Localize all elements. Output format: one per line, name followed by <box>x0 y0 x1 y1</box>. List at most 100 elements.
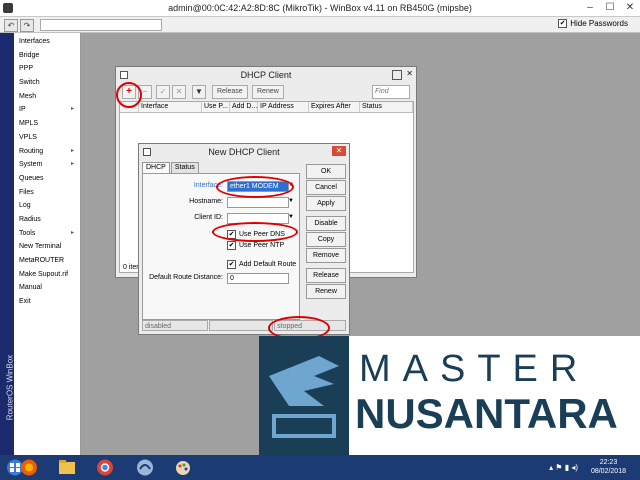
sidebar-item-tools[interactable]: Tools ▸ <box>16 227 78 241</box>
add-default-route-row[interactable]: ✔ Add Default Route <box>227 260 296 269</box>
sidebar-menu: Interfaces Bridge PPP Switch Mesh IP ▸ MP… <box>16 35 78 309</box>
sidebar-item-manual[interactable]: Manual <box>16 281 78 295</box>
chevron-down-icon[interactable]: ▼ <box>288 214 294 220</box>
sidebar-item-metarouter[interactable]: MetaROUTER <box>16 254 78 268</box>
disable-button[interactable]: Disable <box>306 216 346 231</box>
sidebar-item-make-supout[interactable]: Make Supout.rif <box>16 268 78 282</box>
interface-label: Interface: <box>193 182 223 189</box>
hide-passwords-toggle[interactable]: ✔ Hide Passwords <box>558 19 628 28</box>
sidebar-item-label: New Terminal <box>19 243 62 251</box>
submenu-arrow-icon: ▸ <box>70 147 74 154</box>
file-explorer-icon[interactable] <box>56 457 78 478</box>
sidebar-item-queues[interactable]: Queues <box>16 172 78 186</box>
column-header[interactable]: IP Address <box>258 102 309 112</box>
filter-button[interactable]: ▼ <box>192 85 206 99</box>
copy-button[interactable]: Copy <box>306 232 346 247</box>
hide-passwords-checkbox[interactable]: ✔ <box>558 19 568 28</box>
use-peer-ntp-label: Use Peer NTP <box>239 242 285 249</box>
renew-button[interactable]: Renew <box>306 284 346 299</box>
use-peer-ntp-checkbox[interactable]: ✔ <box>227 241 236 250</box>
maximize-button[interactable]: ☐ <box>600 0 620 16</box>
column-header[interactable]: Interface <box>139 102 202 112</box>
toolbar-field[interactable] <box>40 19 162 31</box>
firefox-icon[interactable] <box>18 457 40 478</box>
maximize-icon[interactable] <box>392 70 402 80</box>
chevron-down-icon[interactable]: ▼ <box>288 198 294 204</box>
new-dhcp-client-title: New DHCP Client <box>208 147 280 157</box>
sidebar-item-radius[interactable]: Radius <box>16 213 78 227</box>
close-button[interactable]: ✕ <box>620 0 640 16</box>
undo-button[interactable]: ↶ <box>4 19 18 32</box>
sidebar-item-label: Manual <box>19 284 42 292</box>
sidebar-brand-label: RouterOS WinBox <box>5 354 15 421</box>
clock-date: 08/02/2018 <box>590 468 626 475</box>
find-input[interactable]: Find <box>372 85 410 99</box>
cancel-button[interactable]: Cancel <box>306 180 346 195</box>
tab-dhcp[interactable]: DHCP <box>142 162 170 173</box>
main-toolbar: ↶ ↷ ✔ Hide Passwords <box>0 17 640 33</box>
disable-button[interactable]: ✕ <box>172 85 186 99</box>
release-button[interactable]: Release <box>306 268 346 283</box>
sidebar-item-label: PPP <box>19 65 34 73</box>
window-menu-icon[interactable] <box>120 71 128 79</box>
dhcp-client-title: DHCP Client <box>240 70 292 80</box>
add-default-route-checkbox[interactable]: ✔ <box>227 260 236 269</box>
sidebar-item-files[interactable]: Files <box>16 186 78 200</box>
sidebar-item-mpls[interactable]: MPLS <box>16 117 78 131</box>
sidebar-item-vpls[interactable]: VPLS <box>16 131 78 145</box>
sidebar-item-label: VPLS <box>19 133 37 141</box>
sidebar-item-mesh[interactable]: Mesh <box>16 90 78 104</box>
sidebar-item-interfaces[interactable]: Interfaces <box>16 35 78 49</box>
close-icon[interactable]: ✕ <box>332 146 346 156</box>
dhcp-client-toolbar: + − ✓ ✕ ▼ Release Renew Find <box>118 84 412 100</box>
client-id-label: Client ID: <box>194 214 223 221</box>
paint-icon[interactable] <box>172 457 194 478</box>
sidebar-item-ppp[interactable]: PPP <box>16 62 78 76</box>
sidebar-item-label: Radius <box>19 215 41 223</box>
sidebar-item-label: Exit <box>19 298 31 306</box>
renew-button[interactable]: Renew <box>252 85 284 99</box>
sidebar-item-bridge[interactable]: Bridge <box>16 49 78 63</box>
use-peer-ntp-row[interactable]: ✔ Use Peer NTP <box>227 241 284 250</box>
window-title: admin@00:0C:42:A2:8D:8C (MikroTik) - Win… <box>168 3 472 13</box>
sidebar-brand-strip: RouterOS WinBox <box>0 33 15 455</box>
sidebar-item-new-terminal[interactable]: New Terminal <box>16 240 78 254</box>
close-icon[interactable]: ✕ <box>406 69 413 79</box>
hide-passwords-label: Hide Passwords <box>570 19 628 28</box>
taskbar-clock[interactable]: 22:23 08/02/2018 <box>591 458 626 476</box>
sidebar-item-label: Tools <box>19 229 36 237</box>
redo-button[interactable]: ↷ <box>20 19 34 32</box>
hostname-field[interactable] <box>227 197 289 208</box>
sidebar-item-log[interactable]: Log <box>16 199 78 213</box>
sidebar-item-switch[interactable]: Switch <box>16 76 78 90</box>
sidebar-item-routing[interactable]: Routing ▸ <box>16 145 78 159</box>
column-header[interactable]: Use P... <box>202 102 230 112</box>
ok-button[interactable]: OK <box>306 164 346 179</box>
status-disabled: disabled <box>142 320 209 331</box>
system-tray[interactable]: ▴ ⚑ ▮ ◂) <box>549 463 578 472</box>
column-header[interactable]: Add D... <box>230 102 258 112</box>
column-header[interactable]: Status <box>360 102 413 112</box>
column-header[interactable]: Expires After <box>309 102 360 112</box>
sidebar-item-ip[interactable]: IP ▸ <box>16 103 78 117</box>
window-menu-icon[interactable] <box>143 148 151 156</box>
taskbar: ▴ ⚑ ▮ ◂) 22:23 08/02/2018 <box>0 455 640 480</box>
hostname-label: Hostname: <box>189 198 223 205</box>
apply-button[interactable]: Apply <box>306 196 346 211</box>
release-button[interactable]: Release <box>212 85 248 99</box>
dhcp-client-titlebar: DHCP Client ✕ <box>116 67 416 83</box>
annotation-circle-add <box>116 82 142 108</box>
remove-button[interactable]: Remove <box>306 248 346 263</box>
winbox-taskbar-icon[interactable] <box>134 457 156 478</box>
submenu-arrow-icon: ▸ <box>70 106 74 113</box>
annotation-circle-interface <box>216 176 294 198</box>
sidebar-item-label: System <box>19 161 43 169</box>
default-route-distance-field[interactable]: 0 <box>227 273 289 284</box>
submenu-arrow-icon: ▸ <box>70 161 74 168</box>
minimize-button[interactable]: – <box>580 0 600 16</box>
sidebar-item-system[interactable]: System ▸ <box>16 158 78 172</box>
tab-status[interactable]: Status <box>170 162 199 173</box>
chrome-icon[interactable] <box>94 457 116 478</box>
sidebar-item-exit[interactable]: Exit <box>16 295 78 309</box>
enable-button[interactable]: ✓ <box>156 85 170 99</box>
